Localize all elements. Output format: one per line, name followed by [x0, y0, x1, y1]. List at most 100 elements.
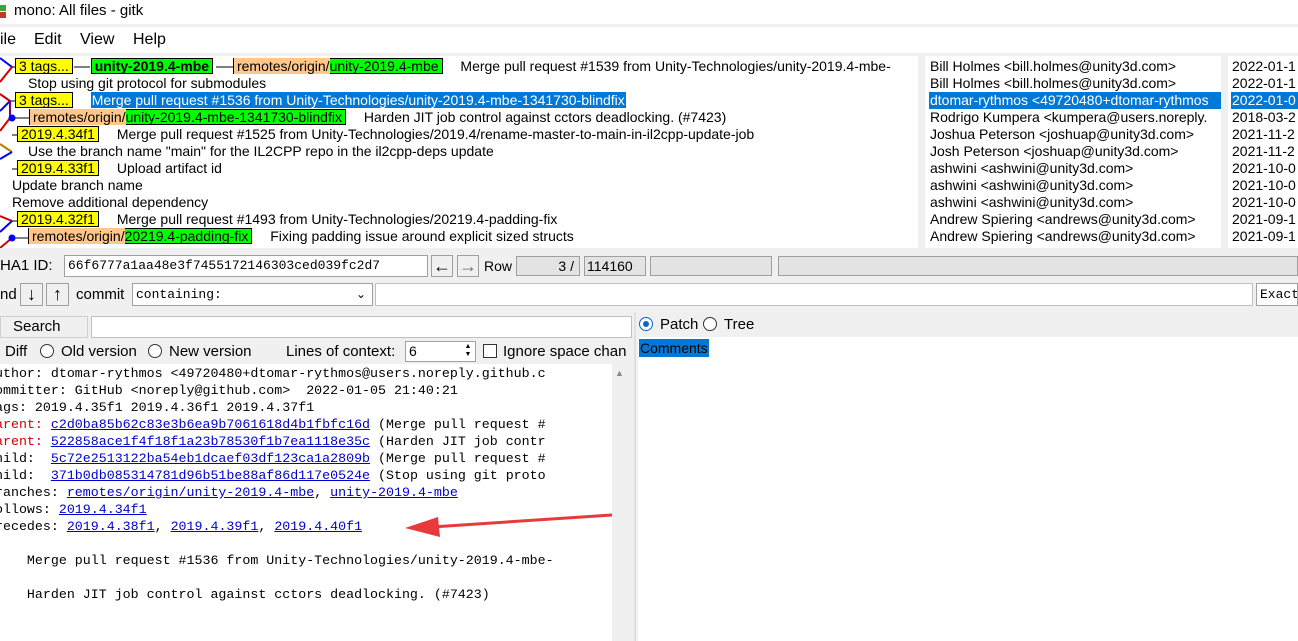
find-next-button[interactable]: ↓: [20, 283, 43, 306]
file-list-pane[interactable]: [638, 337, 1298, 641]
author-cell: Bill Holmes <bill.holmes@unity3d.com>: [930, 75, 1177, 91]
parent-label: arent:: [0, 434, 51, 449]
scroll-up-icon[interactable]: ▲: [615, 368, 624, 378]
branch-link[interactable]: unity-2019.4-mbe: [330, 485, 458, 500]
commit-message: Update branch name: [12, 177, 143, 193]
spin-arrows-icon[interactable]: ▲ ▼: [462, 343, 474, 360]
precedes-link[interactable]: 2019.4.39f1: [171, 519, 259, 534]
commit-row[interactable]: Use the branch name "main" for the IL2CP…: [28, 143, 494, 160]
parent-desc: (Merge pull request #: [370, 417, 546, 432]
commit-message: Merge pull request #1493 from Unity-Tech…: [116, 211, 558, 227]
parent-hash-link[interactable]: 522858ace1f4f18f1a23b78530f1b7ea1118e35c: [51, 434, 370, 449]
menu-help[interactable]: Help: [133, 31, 166, 49]
author-cell: Andrew Spiering <andrews@unity3d.com>: [930, 211, 1196, 227]
context-lines-value: 6: [409, 343, 417, 359]
committer-line: ommitter: GitHub <noreply@github.com> 20…: [0, 383, 458, 398]
arrow-left-icon: ←: [433, 256, 451, 276]
forward-button[interactable]: →: [457, 255, 479, 277]
search-input[interactable]: [91, 316, 632, 338]
date-cell: 2021-09-1: [1232, 211, 1296, 227]
child-hash-link[interactable]: 371b0db085314781d96b51be88af86d117e0524e: [51, 468, 370, 483]
remote-prefix: remotes/origin/: [30, 109, 126, 125]
child-label: hild:: [0, 451, 51, 466]
commit-row[interactable]: 2019.4.33f1 Upload artifact id: [17, 160, 222, 177]
follows-label: ollows:: [0, 502, 59, 517]
author-cell: Bill Holmes <bill.holmes@unity3d.com>: [930, 58, 1177, 74]
child-desc: (Stop using git proto: [370, 468, 546, 483]
details-scrollbar[interactable]: [613, 364, 631, 641]
commit-row[interactable]: Update branch name: [12, 177, 143, 194]
chevron-down-icon: ⌄: [355, 287, 366, 301]
tag-ref: 2019.4.34f1: [17, 126, 99, 142]
row-status-field: [650, 256, 772, 276]
commit-row[interactable]: 3 tags... unity-2019.4-mbe remotes/origi…: [15, 58, 891, 75]
find-prev-button[interactable]: ↑: [46, 283, 69, 306]
arrow-up-icon: ↑: [53, 284, 62, 304]
back-button[interactable]: ←: [431, 255, 453, 277]
commit-list-pane[interactable]: 3 tags... unity-2019.4-mbe remotes/origi…: [0, 56, 918, 248]
commit-row[interactable]: 2019.4.34f1 Merge pull request #1525 fro…: [17, 126, 754, 143]
menu-file[interactable]: ile: [0, 31, 16, 49]
menu-edit[interactable]: Edit: [34, 31, 62, 49]
follows-link[interactable]: 2019.4.34f1: [59, 502, 147, 517]
date-cell: 2021-10-0: [1232, 194, 1296, 210]
commit-row[interactable]: Stop using git protocol for submodules: [28, 75, 266, 92]
tree-radio[interactable]: [703, 317, 717, 331]
context-lines-spinbox[interactable]: 6 ▲ ▼: [405, 341, 476, 362]
sha1-input[interactable]: 66f6777a1aa48e3f7455172146303ced039fc2d7: [64, 255, 428, 277]
new-version-radio[interactable]: [148, 344, 162, 358]
sha1-label: HA1 ID:: [0, 257, 53, 274]
child-hash-link[interactable]: 5c72e2513122ba54eb1dcaef03df123ca1a2809b: [51, 451, 370, 466]
commit-row[interactable]: Remove additional dependency: [12, 194, 208, 211]
progress-bar: [778, 256, 1298, 276]
author-list-pane[interactable]: Bill Holmes <bill.holmes@unity3d.com> Bi…: [925, 56, 1221, 248]
commit-message: Fixing padding issue around explicit siz…: [270, 228, 574, 244]
row-current: 3 /: [516, 256, 580, 276]
commit-message: Merge pull request #1525 from Unity-Tech…: [116, 126, 755, 142]
old-version-radio[interactable]: [40, 344, 54, 358]
menu-bar: ile Edit View Help: [0, 27, 1298, 53]
author-line: uthor: dtomar-rythmos <49720480+dtomar-r…: [0, 366, 546, 381]
commit-message: Merge pull request #1536 from Unity-Tech…: [90, 92, 626, 108]
commit-details-pane[interactable]: uthor: dtomar-rythmos <49720480+dtomar-r…: [0, 364, 612, 641]
ignore-space-checkbox[interactable]: [483, 344, 497, 358]
tree-label: Tree: [724, 316, 755, 333]
commit-row-selected[interactable]: 3 tags... Merge pull request #1536 from …: [15, 92, 626, 109]
author-cell: Joshua Peterson <joshuap@unity3d.com>: [930, 126, 1195, 142]
date-cell-selected: 2022-01-0: [1231, 92, 1298, 109]
context-lines-label: Lines of context:: [286, 343, 396, 360]
pane-divider[interactable]: [634, 313, 636, 641]
comments-item[interactable]: Comments: [639, 339, 709, 357]
remote-branch-ref: remotes/origin/unity-2019.4-mbe: [232, 58, 443, 74]
branch-link[interactable]: remotes/origin/unity-2019.4-mbe: [67, 485, 314, 500]
commit-row[interactable]: remotes/origin/unity-2019.4-mbe-1341730-…: [29, 109, 726, 126]
arrow-right-icon: →: [459, 256, 477, 276]
patch-radio[interactable]: [639, 317, 653, 331]
commit-row[interactable]: remotes/origin/20219.4-padding-fix Fixin…: [28, 228, 574, 245]
parent-hash-link[interactable]: c2d0ba85b62c83e3b6ea9b7061618d4b1fbfc16d: [51, 417, 370, 432]
find-match-select[interactable]: Exact: [1256, 283, 1298, 306]
commit-row[interactable]: 2019.4.32f1 Merge pull request #1493 fro…: [17, 211, 557, 228]
branches-line: ranches: remotes/origin/unity-2019.4-mbe…: [0, 484, 458, 501]
date-cell: 2021-11-2: [1232, 126, 1295, 142]
window-title: mono: All files - gitk: [14, 2, 144, 19]
commit-message: Merge pull request #1539 from Unity-Tech…: [460, 58, 891, 74]
menu-view[interactable]: View: [80, 31, 114, 49]
precedes-link[interactable]: 2019.4.40f1: [274, 519, 362, 534]
date-list-pane[interactable]: 2022-01-1 2022-01-1 2022-01-0 2018-03-2 …: [1228, 56, 1298, 248]
precedes-link[interactable]: 2019.4.38f1: [67, 519, 155, 534]
child-label: hild:: [0, 468, 51, 483]
date-cell: 2022-01-1: [1232, 75, 1296, 91]
tag-ref: 3 tags...: [15, 58, 73, 74]
search-button[interactable]: Search: [0, 316, 88, 338]
date-cell: 2021-11-2: [1232, 143, 1295, 159]
tags-line: ags: 2019.4.35f1 2019.4.36f1 2019.4.37f1: [0, 400, 315, 415]
tag-ref: 3 tags...: [15, 92, 73, 108]
find-mode-select[interactable]: containing: ⌄: [132, 283, 373, 306]
author-cell: ashwini <ashwini@unity3d.com>: [930, 160, 1134, 176]
gitk-app-icon: [0, 5, 10, 19]
date-cell: 2021-10-0: [1232, 160, 1296, 176]
commit-message: Use the branch name "main" for the IL2CP…: [28, 143, 494, 159]
find-input[interactable]: [375, 283, 1253, 306]
parent-line: arent: 522858ace1f4f18f1a23b78530f1b7ea1…: [0, 433, 546, 450]
